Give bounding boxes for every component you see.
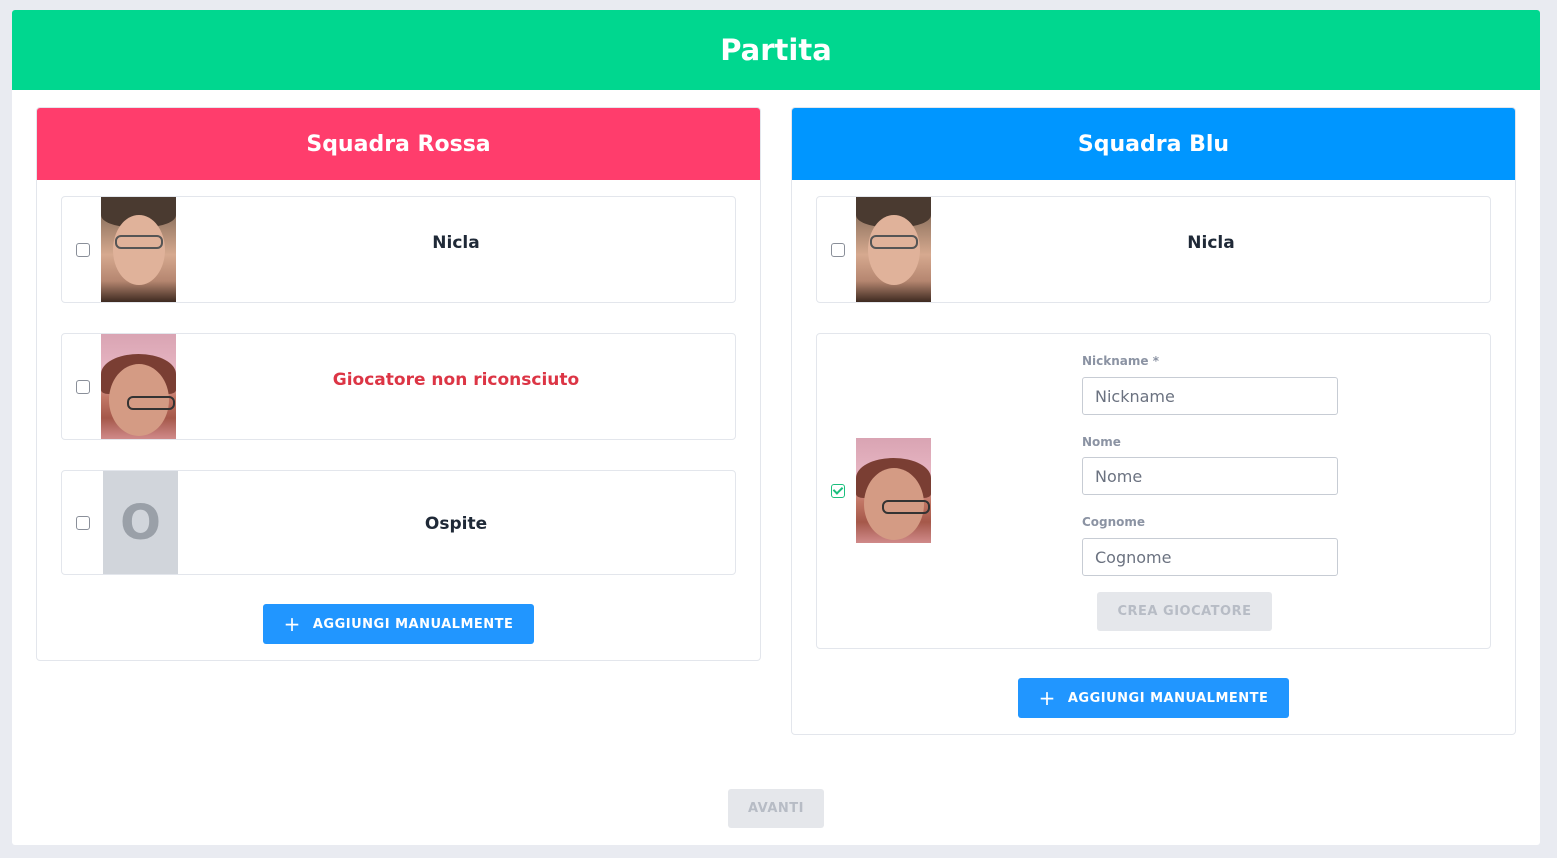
- player-card-guest-red[interactable]: O Ospite: [61, 470, 736, 575]
- player-name-unrecognized: Giocatore non riconsciuto: [332, 370, 580, 390]
- add-manually-label: AGGIUNGI MANUALMENTE: [312, 616, 514, 632]
- player-name: Nicla: [432, 233, 480, 253]
- nome-label: Nome: [1082, 435, 1121, 449]
- new-player-card: Nickname * Nome Cognome CREA GIOCATORE: [816, 333, 1491, 649]
- add-manually-button-blue[interactable]: + AGGIUNGI MANUALMENTE: [1018, 678, 1289, 718]
- player-name: Ospite: [424, 514, 488, 534]
- blue-team-title: Squadra Blu: [792, 108, 1515, 180]
- cognome-input[interactable]: [1082, 538, 1338, 576]
- page-title: Partita: [720, 33, 832, 67]
- player-name: Nicla: [1187, 233, 1235, 253]
- nickname-label: Nickname *: [1082, 354, 1159, 368]
- player-checkbox[interactable]: [831, 243, 845, 257]
- player-photo: [856, 197, 931, 302]
- nickname-input[interactable]: [1082, 377, 1338, 415]
- page-header: Partita: [12, 10, 1540, 90]
- player-card-nicla-blue[interactable]: Nicla: [816, 196, 1491, 303]
- guest-avatar: O: [103, 471, 178, 574]
- blue-team-panel: Squadra Blu Nicla Nickname * Nome Cognom…: [791, 107, 1516, 735]
- player-checkbox[interactable]: [76, 380, 90, 394]
- player-checkbox[interactable]: [76, 243, 90, 257]
- create-player-button[interactable]: CREA GIOCATORE: [1097, 592, 1272, 631]
- add-manually-button-red[interactable]: + AGGIUNGI MANUALMENTE: [263, 604, 534, 644]
- red-team-title: Squadra Rossa: [37, 108, 760, 180]
- add-manually-label: AGGIUNGI MANUALMENTE: [1067, 690, 1269, 706]
- cognome-label: Cognome: [1082, 515, 1146, 529]
- plus-icon: +: [1038, 686, 1056, 710]
- next-button[interactable]: AVANTI: [728, 789, 824, 828]
- player-card-unknown-red[interactable]: Giocatore non riconsciuto: [61, 333, 736, 440]
- player-checkbox[interactable]: [76, 516, 90, 530]
- player-card-nicla-red[interactable]: Nicla: [61, 196, 736, 303]
- player-photo: [856, 438, 931, 543]
- match-page: Partita Squadra Rossa Nicla Giocatore no…: [12, 10, 1540, 845]
- player-photo: [101, 334, 176, 439]
- player-checkbox-checked[interactable]: [831, 484, 845, 498]
- plus-icon: +: [283, 612, 301, 636]
- red-team-panel: Squadra Rossa Nicla Giocatore non ricons…: [36, 107, 761, 661]
- nome-input[interactable]: [1082, 457, 1338, 495]
- player-photo: [101, 197, 176, 302]
